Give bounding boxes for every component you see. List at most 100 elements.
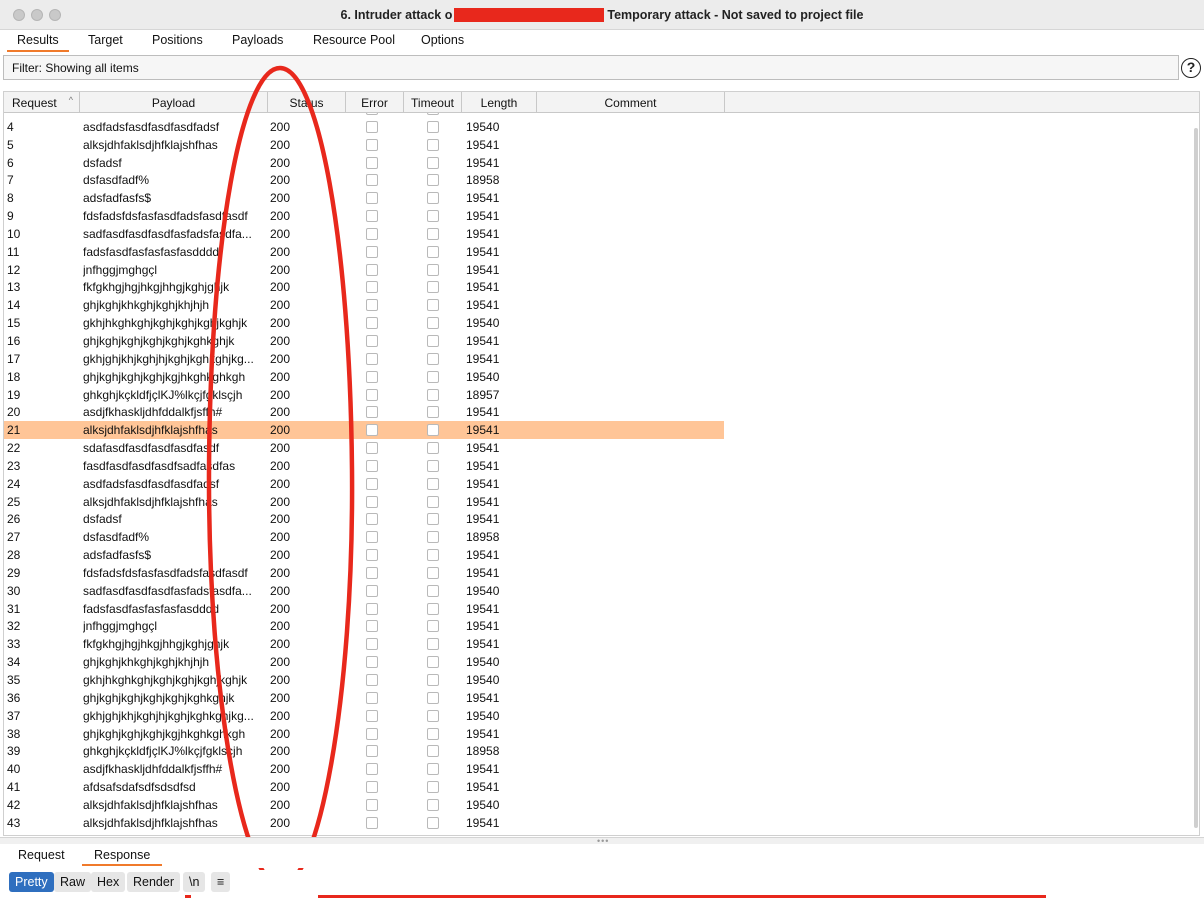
error-checkbox[interactable] <box>366 192 378 205</box>
timeout-checkbox[interactable] <box>427 174 439 187</box>
error-checkbox[interactable] <box>366 477 378 490</box>
table-row[interactable]: 12 jnfhggjmghgçl 200 19541 <box>4 261 724 279</box>
table-row[interactable]: 14 ghjkghjkhkghjkghjkhjhjh 200 19541 <box>4 296 724 314</box>
error-checkbox[interactable] <box>366 113 378 115</box>
pretty-button[interactable]: Pretty <box>9 872 54 892</box>
timeout-checkbox[interactable] <box>427 549 439 562</box>
error-checkbox[interactable] <box>366 156 378 169</box>
timeout-checkbox[interactable] <box>427 263 439 276</box>
timeout-checkbox[interactable] <box>427 442 439 455</box>
table-row[interactable]: 4 asdfadsfasdfasdfasdfadsf 200 19540 <box>4 118 724 136</box>
timeout-checkbox[interactable] <box>427 727 439 740</box>
table-row[interactable]: 38 ghjkghjkghjkghjkgjhkghkghkgh 200 19541 <box>4 725 724 743</box>
table-row[interactable]: 11 fadsfasdfasfasfasfasdddd 200 19541 <box>4 243 724 261</box>
help-icon[interactable]: ? <box>1181 58 1201 78</box>
table-row[interactable]: 36 ghjkghjkghjkghjkghjkghkghjk 200 19541 <box>4 689 724 707</box>
tab-resource-pool[interactable]: Resource Pool <box>313 30 395 52</box>
table-row[interactable]: 18 ghjkghjkghjkghjkgjhkghkghkgh 200 19540 <box>4 368 724 386</box>
error-checkbox[interactable] <box>366 674 378 686</box>
timeout-checkbox[interactable] <box>427 745 439 758</box>
error-checkbox[interactable] <box>366 816 378 829</box>
error-checkbox[interactable] <box>366 317 378 330</box>
timeout-checkbox[interactable] <box>427 584 439 597</box>
error-checkbox[interactable] <box>366 245 378 258</box>
timeout-checkbox[interactable] <box>427 352 439 365</box>
tab-request[interactable]: Request <box>18 848 65 862</box>
timeout-checkbox[interactable] <box>427 138 439 151</box>
error-checkbox[interactable] <box>366 263 378 276</box>
timeout-checkbox[interactable] <box>427 424 439 437</box>
error-checkbox[interactable] <box>366 442 378 455</box>
table-row[interactable]: 5 alksjdhfaklsdjhfklajshfhas 200 19541 <box>4 136 724 154</box>
panel-splitter[interactable]: ••• <box>0 837 1204 846</box>
error-checkbox[interactable] <box>366 566 378 579</box>
timeout-checkbox[interactable] <box>427 388 439 401</box>
table-row[interactable]: 43 alksjdhfaklsdjhfklajshfhas 200 19541 <box>4 814 724 832</box>
column-header-error[interactable]: Error <box>346 92 404 113</box>
table-row[interactable]: 32 jnfhggjmghgçl 200 19541 <box>4 617 724 635</box>
table-row[interactable]: 22 sdafasdfasdfasdfasdfasdf 200 19541 <box>4 439 724 457</box>
error-checkbox[interactable] <box>366 334 378 347</box>
error-checkbox[interactable] <box>366 513 378 526</box>
table-row[interactable]: 28 adsfadfasfs$ 200 19541 <box>4 546 724 564</box>
timeout-checkbox[interactable] <box>427 709 439 722</box>
error-checkbox[interactable] <box>366 656 378 669</box>
error-checkbox[interactable] <box>366 281 378 294</box>
error-checkbox[interactable] <box>366 120 378 133</box>
table-row[interactable]: 24 asdfadsfasdfasdfasdfadsf 200 19541 <box>4 475 724 493</box>
table-row[interactable]: 26 dsfadsf 200 19541 <box>4 510 724 528</box>
table-row[interactable]: 13 fkfgkhgjhgjhkgjhhgjkghjghjk 200 19541 <box>4 278 724 296</box>
timeout-checkbox[interactable] <box>427 638 439 651</box>
table-row[interactable]: 41 afdsafsdafsdfsdsdfsd 200 19541 <box>4 778 724 796</box>
error-checkbox[interactable] <box>366 763 378 776</box>
error-checkbox[interactable] <box>366 174 378 187</box>
error-checkbox[interactable] <box>366 781 378 794</box>
table-row[interactable]: 10 sadfasdfasdfasdfasfadsfasdfa... 200 1954… <box>4 225 724 243</box>
table-row[interactable]: 35 gkhjhkghkghjkghjkghjkghjkghjk 200 19540 <box>4 671 724 689</box>
table-row[interactable]: 21 alksjdhfaklsdjhfklajshfhas 200 19541 <box>4 421 724 440</box>
timeout-checkbox[interactable] <box>427 334 439 347</box>
table-row[interactable]: 25 alksjdhfaklsdjhfklajshfhas 200 19541 <box>4 493 724 511</box>
vertical-scrollbar[interactable] <box>1194 128 1198 828</box>
timeout-checkbox[interactable] <box>427 120 439 133</box>
newline-toggle-button[interactable]: \n <box>183 872 206 892</box>
tab-target[interactable]: Target <box>88 30 123 52</box>
error-checkbox[interactable] <box>366 691 378 704</box>
table-row[interactable]: 31 fadsfasdfasfasfasfasdddd 200 19541 <box>4 600 724 618</box>
error-checkbox[interactable] <box>366 602 378 615</box>
timeout-checkbox[interactable] <box>427 781 439 794</box>
table-row[interactable]: 17 gkhjghjkhjkghjhjkghjkghkghjkg... 200 195… <box>4 350 724 368</box>
timeout-checkbox[interactable] <box>427 531 439 544</box>
error-checkbox[interactable] <box>366 459 378 472</box>
timeout-checkbox[interactable] <box>427 317 439 330</box>
menu-icon[interactable]: ≡ <box>211 872 231 892</box>
error-checkbox[interactable] <box>366 727 378 740</box>
render-button[interactable]: Render <box>127 872 180 892</box>
timeout-checkbox[interactable] <box>427 192 439 205</box>
table-row[interactable]: 23 fasdfasdfasdfasdfsadfasdfas 200 19541 <box>4 457 724 475</box>
timeout-checkbox[interactable] <box>427 245 439 258</box>
column-header-length[interactable]: Length <box>462 92 537 113</box>
table-row[interactable]: 29 fdsfadsfdsfasfasdfadsfasdfasdf 200 19541 <box>4 564 724 582</box>
timeout-checkbox[interactable] <box>427 620 439 633</box>
timeout-checkbox[interactable] <box>427 406 439 419</box>
error-checkbox[interactable] <box>366 299 378 312</box>
column-header-comment[interactable]: Comment <box>537 92 725 113</box>
timeout-checkbox[interactable] <box>427 513 439 526</box>
error-checkbox[interactable] <box>366 138 378 151</box>
timeout-checkbox[interactable] <box>427 113 439 115</box>
error-checkbox[interactable] <box>366 388 378 401</box>
column-header-status[interactable]: Status <box>268 92 346 113</box>
tab-options[interactable]: Options <box>421 30 464 52</box>
table-row[interactable]: 42 alksjdhfaklsdjhfklajshfhas 200 19540 <box>4 796 724 814</box>
table-row[interactable]: 19 ghkghjkçkldfjçlKJ%lkçjfgklsçjh 200 18957 <box>4 386 724 404</box>
timeout-checkbox[interactable] <box>427 477 439 490</box>
column-header-request[interactable]: Request ^ <box>4 92 80 113</box>
tab-payloads[interactable]: Payloads <box>232 30 283 52</box>
table-row[interactable]: 16 ghjkghjkghjkghjkghjkghkghjk 200 19541 <box>4 332 724 350</box>
error-checkbox[interactable] <box>366 370 378 383</box>
filter-bar[interactable]: Filter: Showing all items <box>3 55 1179 80</box>
error-checkbox[interactable] <box>366 424 378 437</box>
timeout-checkbox[interactable] <box>427 798 439 811</box>
timeout-checkbox[interactable] <box>427 763 439 776</box>
